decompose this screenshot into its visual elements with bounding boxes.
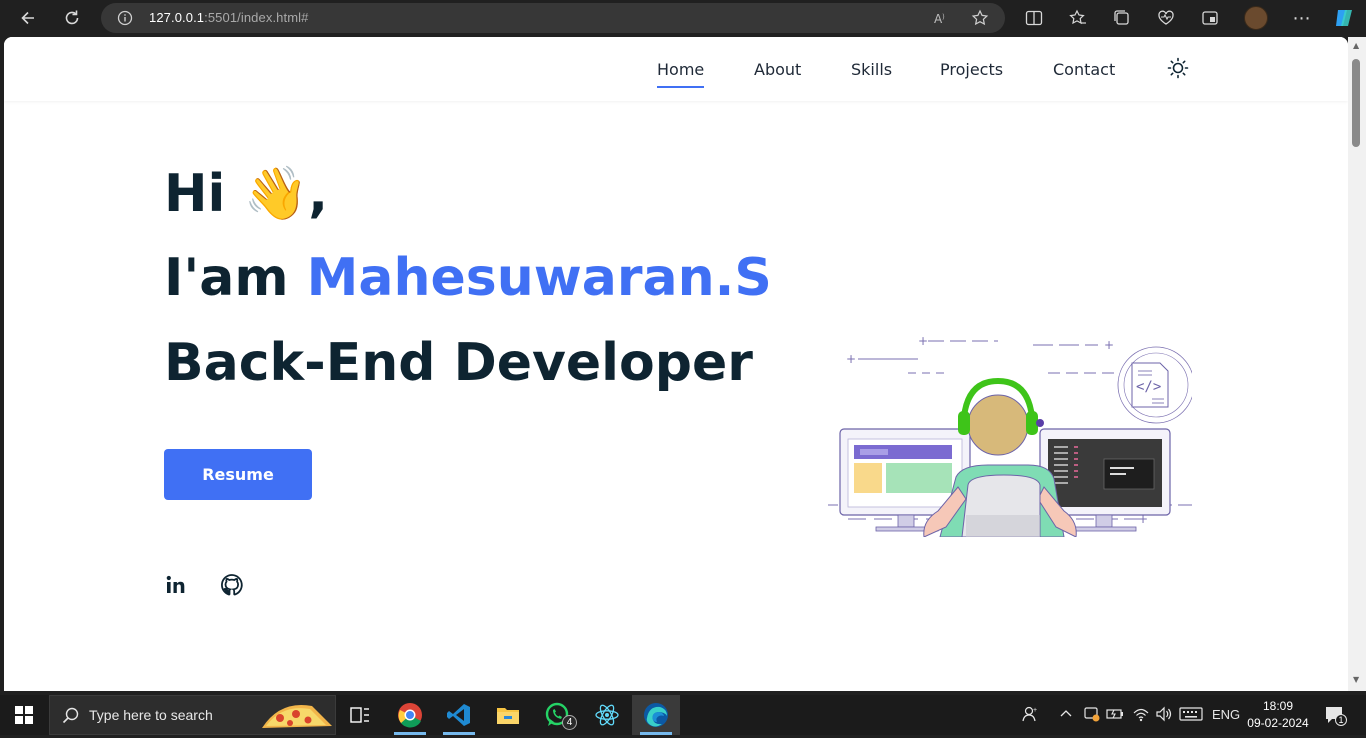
greeting-comma: ,: [308, 164, 328, 224]
profile-avatar[interactable]: [1244, 6, 1268, 30]
github-icon[interactable]: [220, 573, 244, 597]
favorites-icon[interactable]: [1066, 7, 1090, 29]
nav-projects[interactable]: Projects: [940, 60, 1003, 79]
hero-role: Back-End Developer: [164, 333, 753, 393]
wifi-icon[interactable]: [1132, 705, 1150, 726]
read-aloud-icon[interactable]: A): [933, 10, 949, 29]
nav-contact[interactable]: Contact: [1053, 60, 1115, 79]
sun-icon[interactable]: [1167, 57, 1189, 79]
hero-name: Mahesuwaran.S: [306, 248, 772, 308]
windows-start-icon[interactable]: [0, 695, 48, 735]
favorite-star-icon[interactable]: [971, 9, 989, 31]
resume-button[interactable]: Resume: [164, 449, 312, 500]
developer-illustration: + + + + </>: [828, 337, 1192, 537]
scroll-down-icon[interactable]: ▼: [1353, 675, 1359, 684]
hero-greeting: Hi 👋,: [164, 163, 328, 224]
svg-text:+: +: [846, 352, 856, 366]
hero-intro: I'am Mahesuwaran.S: [164, 248, 772, 308]
task-view-icon[interactable]: [336, 695, 384, 735]
taskbar-search-box[interactable]: Type here to search: [49, 695, 336, 735]
url-text: 127.0.0.1:5501/index.html#: [149, 10, 308, 25]
edge-icon[interactable]: [632, 695, 680, 735]
nav-skills[interactable]: Skills: [851, 60, 892, 79]
url-host: 127.0.0.1: [149, 10, 205, 25]
page-scrollbar[interactable]: ▲ ▼: [1348, 37, 1366, 691]
site-info-icon[interactable]: [117, 10, 133, 30]
scroll-up-icon[interactable]: ▲: [1353, 41, 1359, 50]
greeting-text: Hi: [164, 164, 226, 224]
svg-text:+: +: [1033, 707, 1037, 714]
notification-icon[interactable]: 1: [1323, 704, 1347, 729]
scroll-thumb[interactable]: [1352, 59, 1360, 147]
address-bar[interactable]: 127.0.0.1:5501/index.html# A): [101, 3, 1005, 33]
react-devtools-icon[interactable]: [583, 695, 631, 735]
touch-keyboard-icon[interactable]: [1179, 705, 1203, 726]
language-indicator[interactable]: ENG: [1212, 707, 1240, 722]
svg-text:+: +: [1104, 338, 1114, 352]
screenshot-icon[interactable]: [1198, 7, 1222, 29]
copilot-icon[interactable]: [1331, 7, 1357, 29]
whatsapp-badge: 4: [562, 715, 577, 730]
file-explorer-icon[interactable]: [484, 695, 532, 735]
nav-home[interactable]: Home: [657, 60, 705, 88]
browser-toolbar: 127.0.0.1:5501/index.html# A) ⋯: [0, 0, 1366, 37]
more-options-icon[interactable]: ⋯: [1290, 7, 1314, 29]
url-path: :5501/index.html#: [204, 10, 309, 25]
svg-text:+: +: [918, 337, 928, 348]
defender-icon[interactable]: [1083, 705, 1101, 726]
chevron-up-icon[interactable]: [1059, 704, 1073, 725]
intro-prefix: I'am: [164, 248, 289, 308]
clock-date[interactable]: 09-02-2024: [1246, 716, 1310, 730]
browser-essentials-icon[interactable]: [1154, 7, 1178, 29]
windows-taskbar: Type here to search 4 + ENG 18:09 09-02-…: [0, 695, 1366, 735]
whatsapp-icon[interactable]: 4: [533, 695, 581, 735]
split-screen-icon[interactable]: [1022, 7, 1046, 29]
svg-text:</>: </>: [1136, 379, 1161, 395]
back-icon[interactable]: [16, 7, 40, 29]
clock-time[interactable]: 18:09: [1256, 699, 1300, 713]
battery-icon[interactable]: [1106, 705, 1124, 726]
search-icon: [62, 707, 80, 729]
chrome-icon[interactable]: [386, 695, 434, 735]
vscode-icon[interactable]: [435, 695, 483, 735]
notification-count: 1: [1335, 714, 1347, 726]
refresh-icon[interactable]: [60, 7, 84, 29]
pizza-search-highlight-icon: [260, 698, 334, 738]
site-navbar: Home About Skills Projects Contact: [4, 37, 1348, 101]
waving-hand-icon: 👋: [243, 164, 309, 224]
page-viewport: Home About Skills Projects Contact Hi 👋,…: [4, 37, 1348, 691]
people-icon[interactable]: +: [1021, 705, 1039, 726]
svg-text:): ): [942, 13, 945, 21]
linkedin-icon[interactable]: [164, 573, 188, 597]
volume-icon[interactable]: [1155, 705, 1173, 726]
nav-about[interactable]: About: [754, 60, 801, 79]
search-placeholder: Type here to search: [89, 707, 213, 723]
collections-icon[interactable]: [1110, 7, 1134, 29]
